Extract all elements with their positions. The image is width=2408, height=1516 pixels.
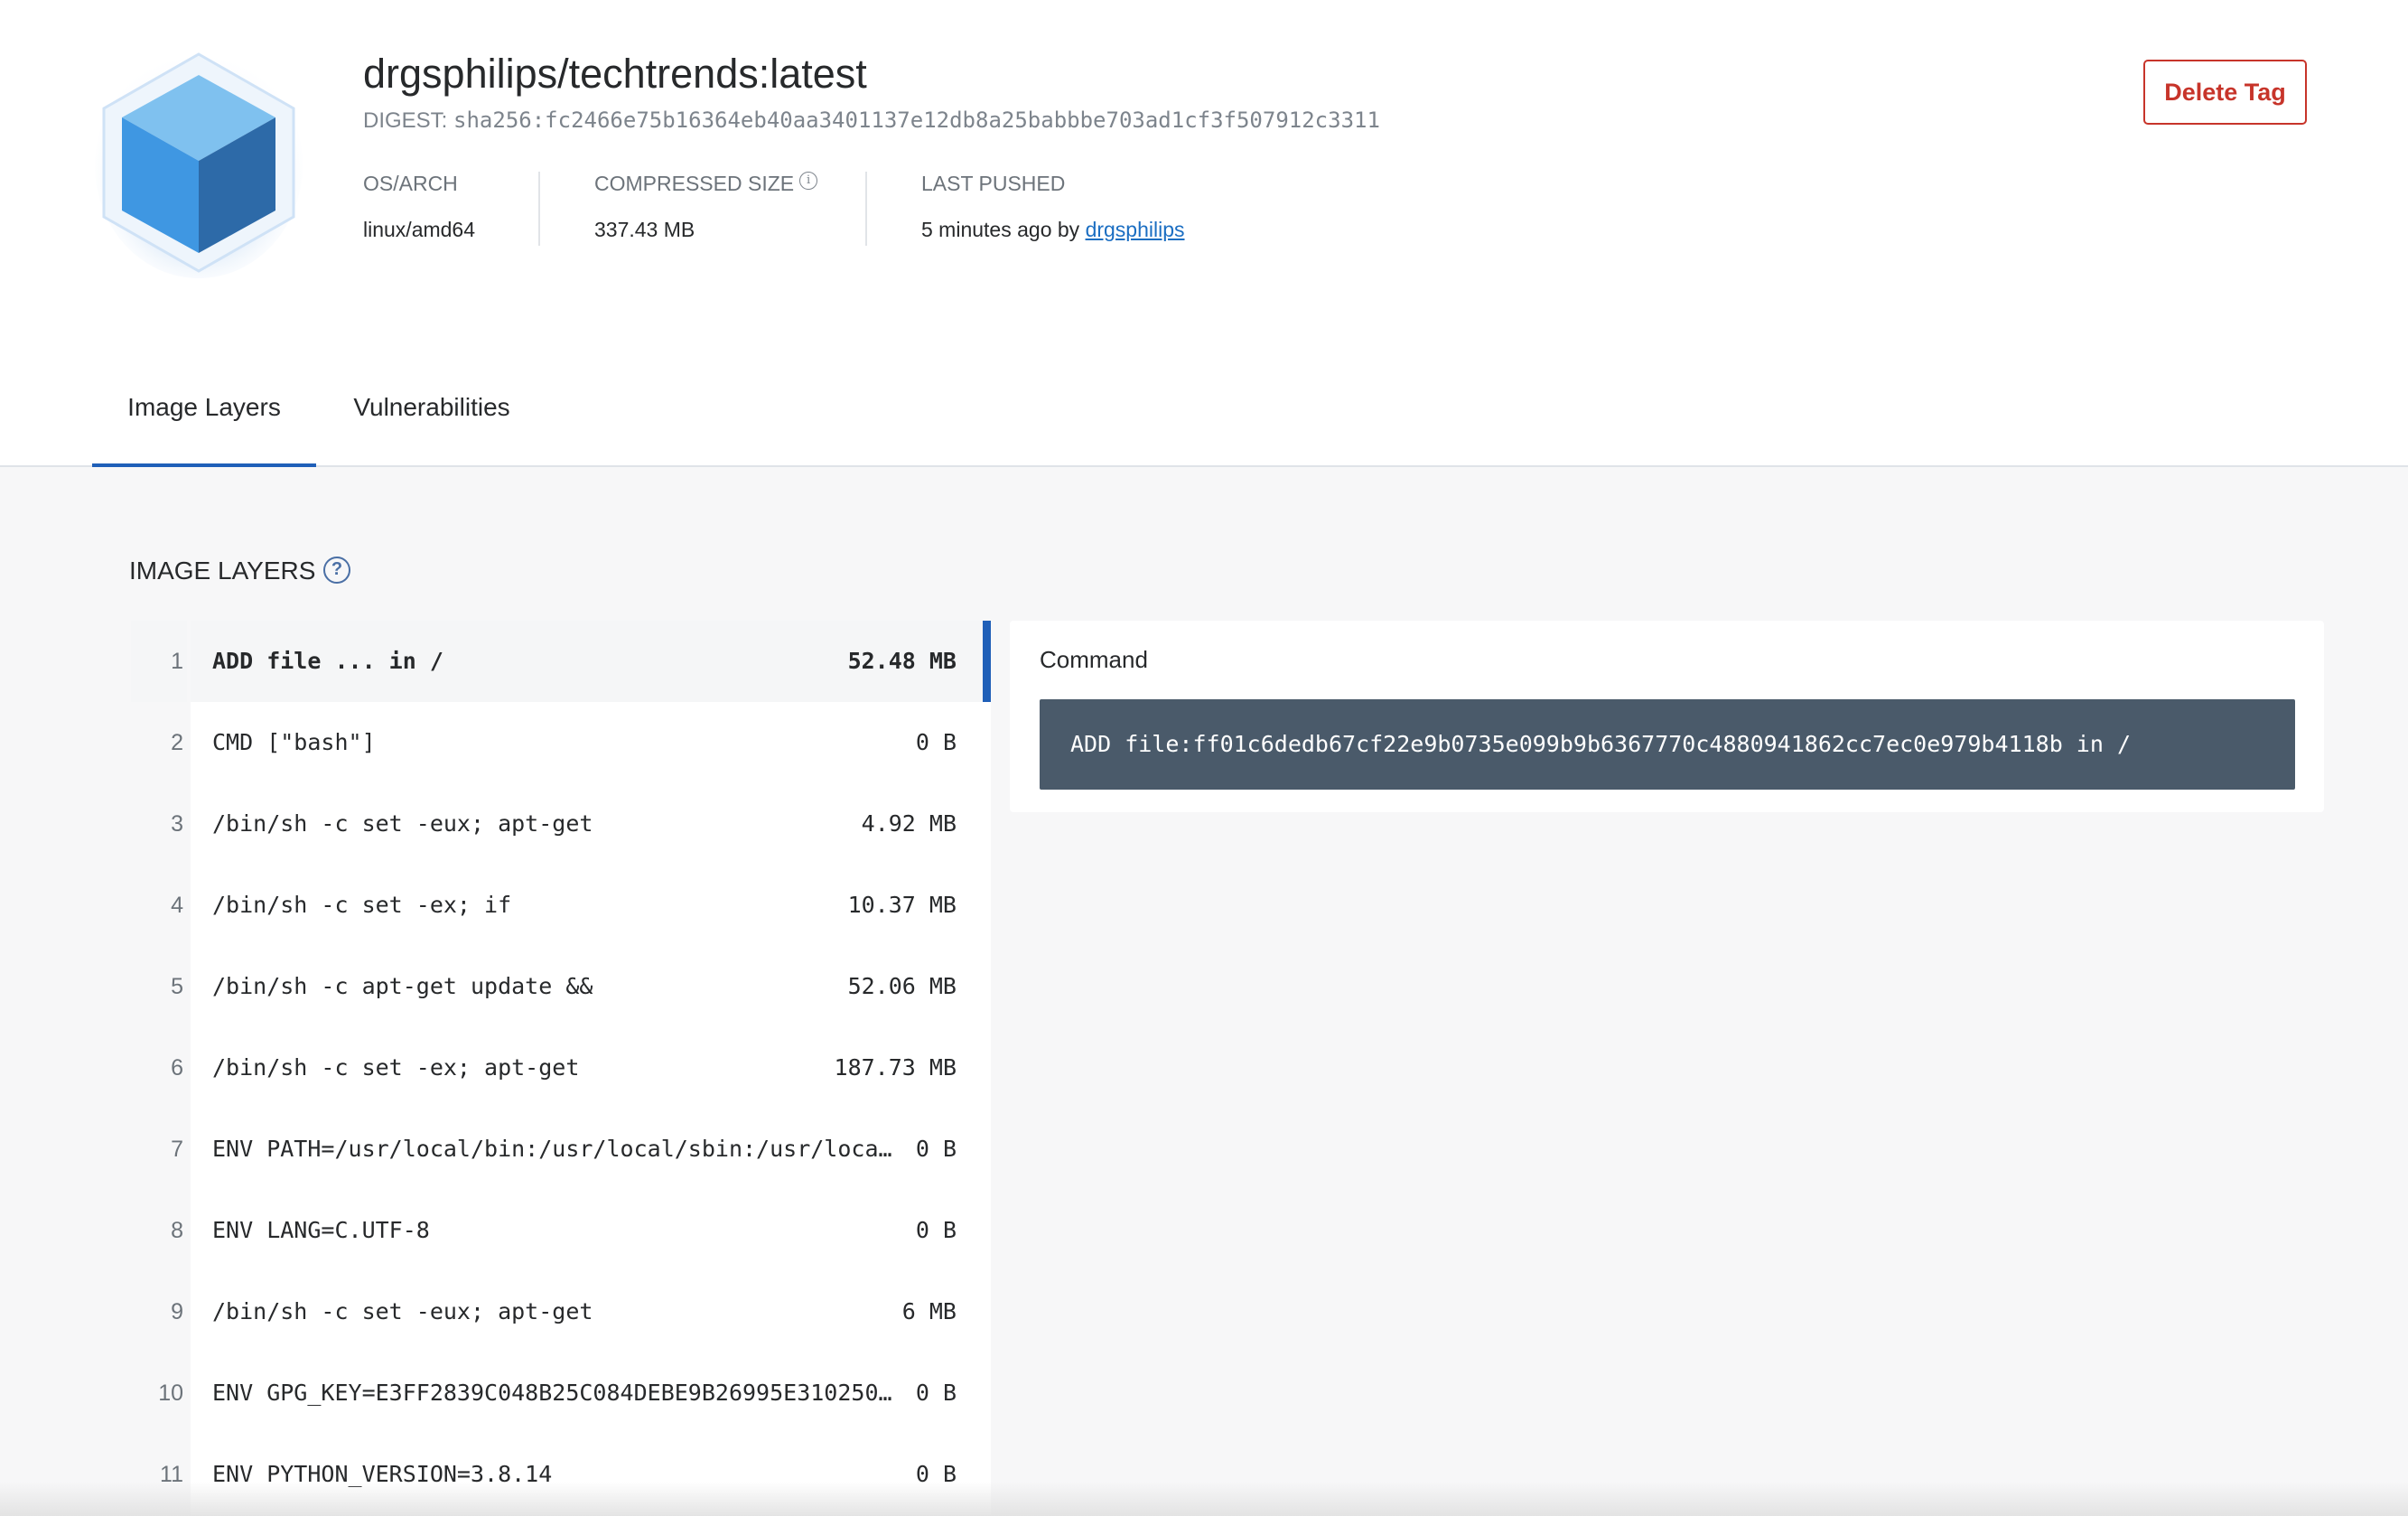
layer-body: /bin/sh -c apt-get update && 52.06 MB [191,946,991,1027]
layer-command: ENV GPG_KEY=E3FF2839C048B25C084DEBE9B269… [212,1380,899,1406]
layer-number: 5 [131,946,187,1027]
layer-command: ENV PATH=/usr/local/bin:/usr/local/sbin:… [212,1136,899,1162]
compressed-size-label-row: COMPRESSED SIZE i [594,172,818,196]
layer-body: ENV LANG=C.UTF-8 0 B [191,1190,991,1271]
image-cube-icon [95,52,303,278]
layer-command: ADD file ... in / [212,648,443,674]
last-pushed-value: 5 minutes ago by drgsphilips [921,218,1185,242]
layer-body: /bin/sh -c set -eux; apt-get 6 MB [191,1271,991,1352]
layer-row[interactable]: 4 /bin/sh -c set -ex; if 10.37 MB [131,865,991,946]
compressed-size: COMPRESSED SIZE i 337.43 MB [594,172,818,248]
layer-body: ENV PATH=/usr/local/bin:/usr/local/sbin:… [191,1109,991,1190]
layer-number: 4 [131,865,187,946]
layer-command: /bin/sh -c set -eux; apt-get [212,1298,593,1324]
os-arch-label: OS/ARCH [363,172,458,195]
layer-command: /bin/sh -c apt-get update && [212,973,593,999]
layer-row[interactable]: 5 /bin/sh -c apt-get update && 52.06 MB [131,946,991,1027]
layer-number: 2 [131,702,187,783]
layer-number: 9 [131,1271,187,1352]
layer-row[interactable]: 2 CMD ["bash"] 0 B [131,702,991,783]
digest: DIGEST: sha256:fc2466e75b16364eb40aa3401… [363,108,1380,134]
layer-command: CMD ["bash"] [212,729,376,755]
last-pushed: LAST PUSHED 5 minutes ago by drgsphilips [921,172,1185,248]
layer-command: /bin/sh -c set -ex; if [212,892,512,918]
meta-divider [538,172,540,246]
layer-size: 0 B [915,1217,957,1243]
info-icon[interactable]: i [799,172,818,190]
last-pushed-label: LAST PUSHED [921,172,1066,195]
layer-size: 4.92 MB [861,810,957,837]
layer-row[interactable]: 9 /bin/sh -c set -eux; apt-get 6 MB [131,1271,991,1352]
layer-command: /bin/sh -c set -ex; apt-get [212,1054,580,1081]
last-pushed-time: 5 minutes ago by [921,218,1080,241]
layer-body: ENV GPG_KEY=E3FF2839C048B25C084DEBE9B269… [191,1352,991,1434]
compressed-size-label: COMPRESSED SIZE [594,172,795,195]
command-text[interactable]: ADD file:ff01c6dedb67cf22e9b0735e099b9b6… [1040,699,2295,790]
tab-bar: Image Layers Vulnerabilities [0,370,2408,467]
layer-size: 0 B [915,729,957,755]
page: drgsphilips/techtrends:latest DIGEST: sh… [0,0,2408,1516]
layer-row[interactable]: 6 /bin/sh -c set -ex; apt-get 187.73 MB [131,1027,991,1109]
layer-body: /bin/sh -c set -ex; apt-get 187.73 MB [191,1027,991,1109]
layer-size: 52.06 MB [847,973,957,999]
layer-row[interactable]: 10 ENV GPG_KEY=E3FF2839C048B25C084DEBE9B… [131,1352,991,1434]
layer-row[interactable]: 1 ADD file ... in / 52.48 MB [131,621,991,702]
digest-value: sha256:fc2466e75b16364eb40aa3401137e12db… [453,108,1380,133]
meta-divider [865,172,867,246]
bottom-scroll-shadow [0,1482,2408,1516]
digest-label: DIGEST: [363,108,448,133]
layer-size: 0 B [915,1380,957,1406]
layer-size: 52.48 MB [847,648,957,674]
image-tag-title: drgsphilips/techtrends:latest [363,51,867,97]
command-panel: Command ADD file:ff01c6dedb67cf22e9b0735… [1010,621,2324,812]
layer-number: 8 [131,1190,187,1271]
layer-body: ADD file ... in / 52.48 MB [191,621,991,702]
section-title: IMAGE LAYERS [129,557,316,585]
layer-row[interactable]: 3 /bin/sh -c set -eux; apt-get 4.92 MB [131,783,991,865]
layer-size: 10.37 MB [847,892,957,918]
layers-list: 1 ADD file ... in / 52.48 MB 2 CMD ["bas… [131,621,991,1516]
layer-size: 6 MB [901,1298,957,1324]
layer-row[interactable]: 7 ENV PATH=/usr/local/bin:/usr/local/sbi… [131,1109,991,1190]
pushed-by-user-link[interactable]: drgsphilips [1086,218,1185,241]
help-icon[interactable]: ? [323,557,350,584]
layer-size: 187.73 MB [834,1054,957,1081]
layer-number: 1 [131,621,187,702]
layer-size: 0 B [915,1136,957,1162]
layer-number: 10 [131,1352,187,1434]
layer-body: /bin/sh -c set -eux; apt-get 4.92 MB [191,783,991,865]
os-arch-value: linux/amd64 [363,218,476,241]
layer-number: 3 [131,783,187,865]
command-label: Command [1040,646,1148,673]
layer-number: 6 [131,1027,187,1109]
os-arch: OS/ARCH linux/amd64 [363,172,475,248]
tab-image-layers[interactable]: Image Layers [92,370,316,467]
layer-row[interactable]: 8 ENV LANG=C.UTF-8 0 B [131,1190,991,1271]
layer-number: 7 [131,1109,187,1190]
layer-command: ENV LANG=C.UTF-8 [212,1217,430,1243]
selected-indicator [983,621,991,702]
compressed-size-value: 337.43 MB [594,218,695,241]
delete-tag-button[interactable]: Delete Tag [2143,60,2307,125]
image-layers-panel: IMAGE LAYERS ? 1 ADD file ... in / 52.48… [0,467,2408,1516]
layer-command: /bin/sh -c set -eux; apt-get [212,810,593,837]
layer-body: /bin/sh -c set -ex; if 10.37 MB [191,865,991,946]
tab-vulnerabilities[interactable]: Vulnerabilities [334,370,529,467]
layer-body: CMD ["bash"] 0 B [191,702,991,783]
